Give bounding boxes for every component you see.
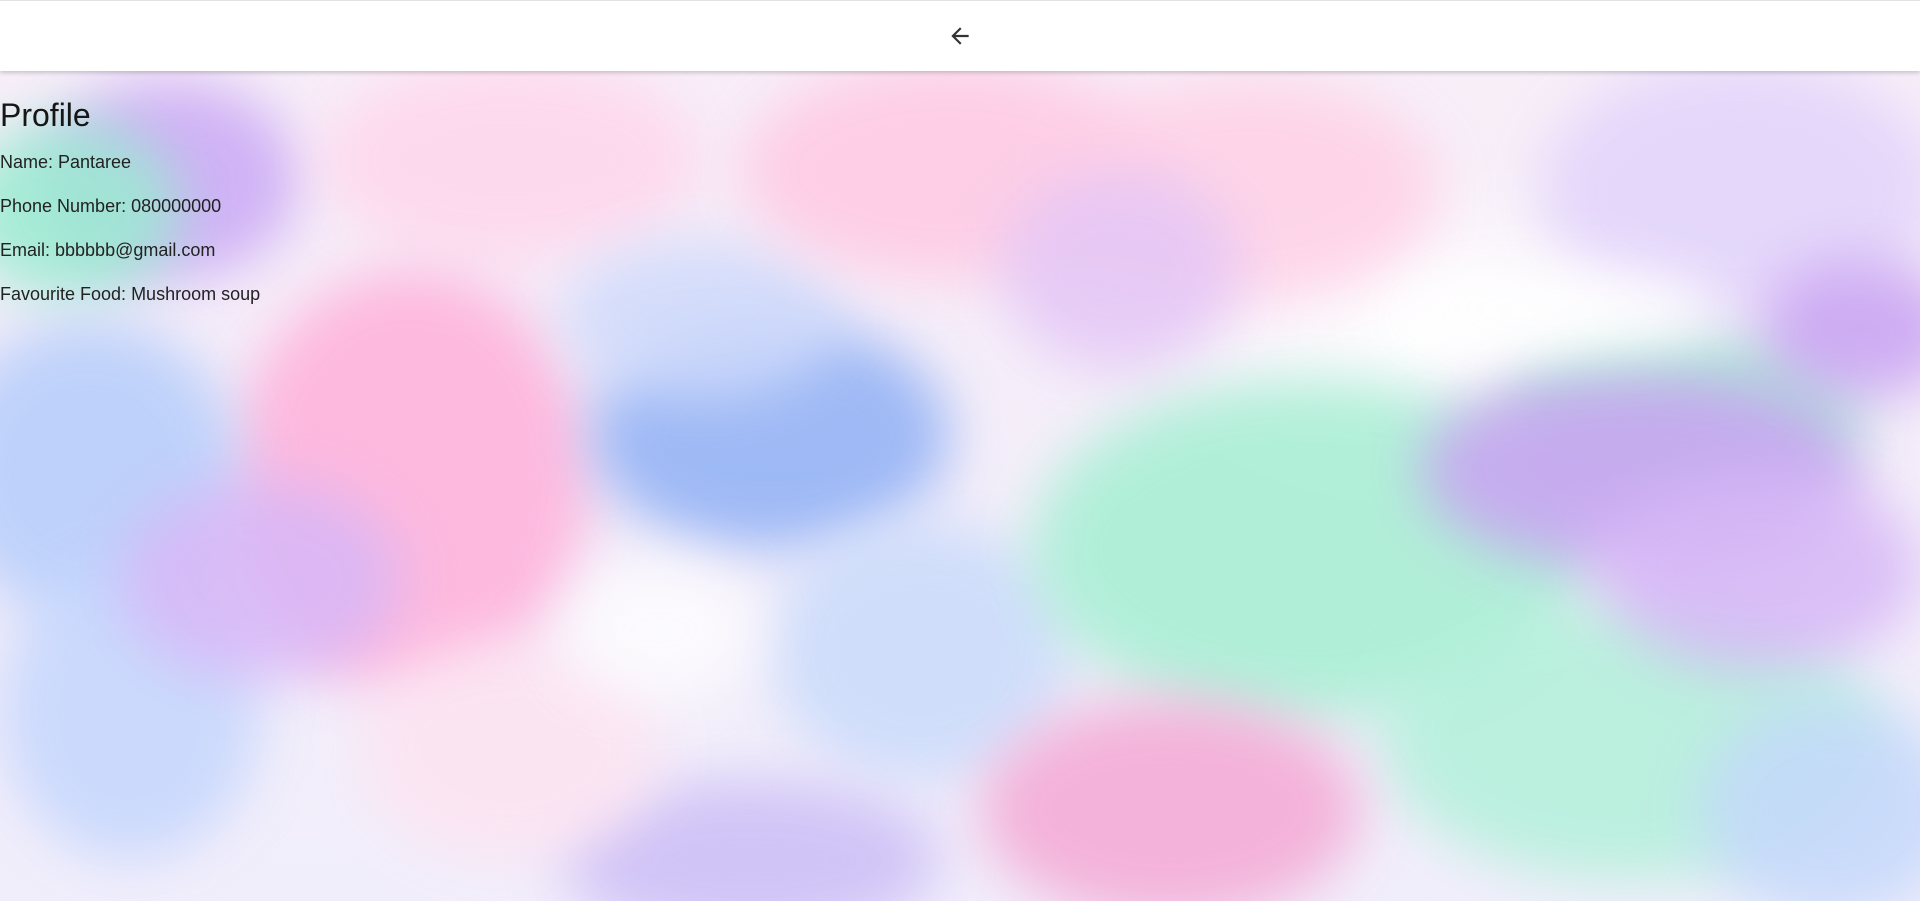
back-button[interactable] [940, 17, 980, 57]
name-text: Name: Pantaree [0, 152, 132, 172]
favourite-food-text: Favourite Food: Mushroom soup [0, 284, 261, 304]
profile-section: Profile Name: Pantaree Phone Number: 080… [0, 90, 260, 316]
email-text: Email: bbbbbb@gmail.com [0, 240, 216, 260]
app-bar [0, 0, 1920, 71]
page-title: Profile [0, 97, 91, 133]
arrow-left-icon [947, 23, 973, 52]
profile-page: Profile Name: Pantaree Phone Number: 080… [0, 0, 1920, 901]
phone-number-text: Phone Number: 080000000 [0, 196, 222, 216]
watercolor-background [0, 0, 1920, 901]
